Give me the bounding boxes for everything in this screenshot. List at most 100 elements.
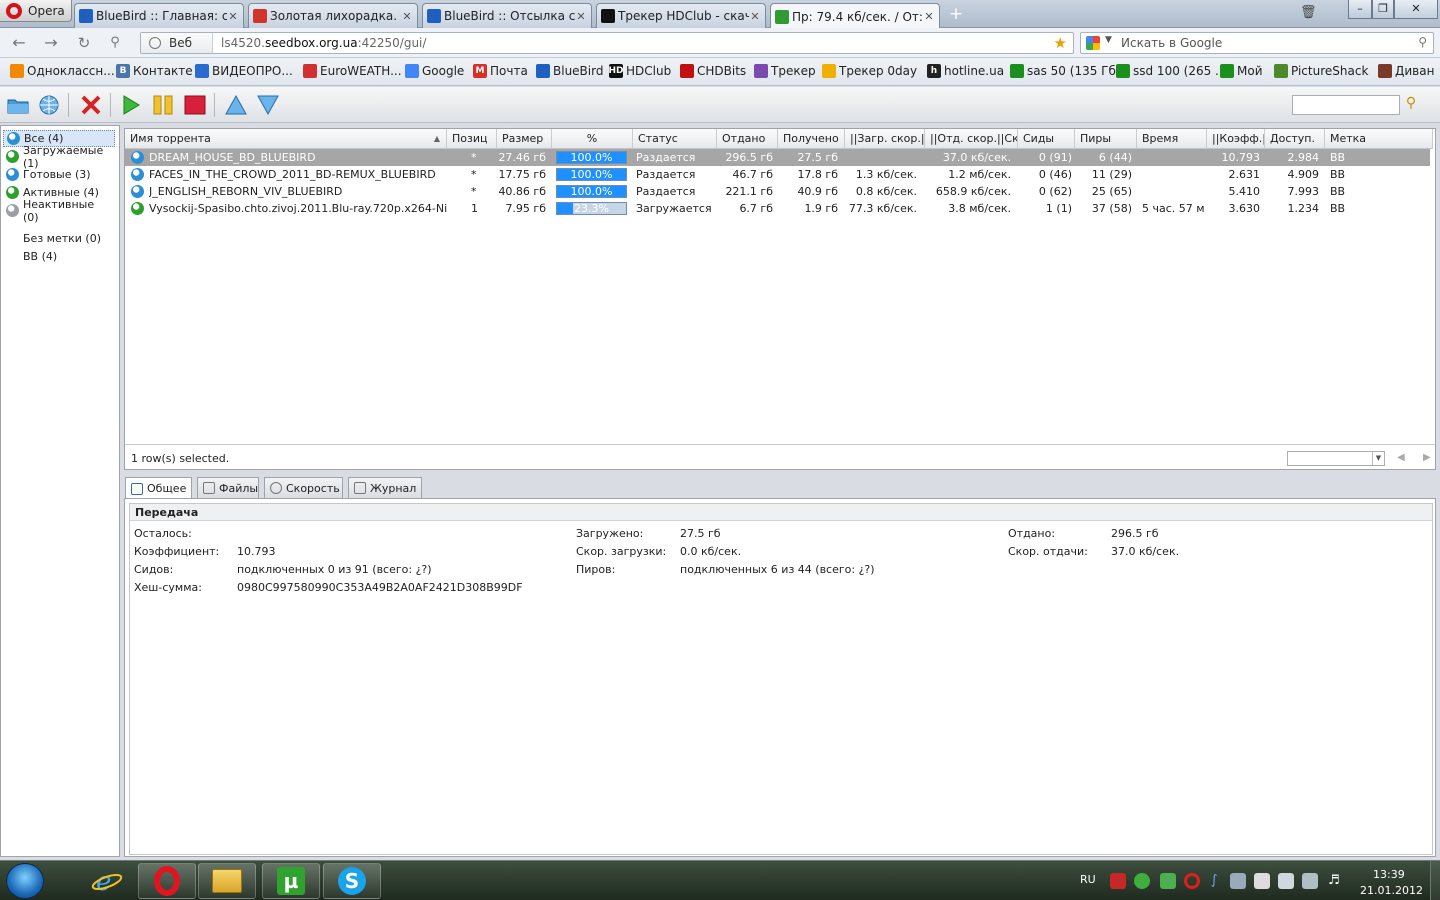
search-icon[interactable]: ⚲ [1400,95,1422,115]
column-header[interactable]: Статус [633,129,717,149]
audio-tray-icon[interactable] [1230,873,1246,889]
browser-tab[interactable]: BlueBird :: Главная: ск...✕ [74,3,244,28]
ie-taskbar-icon[interactable]: e [78,863,136,899]
bookmark-item[interactable]: sas 50 (135 Гб) [1010,64,1121,78]
category-item[interactable]: Загружаемые (1) [3,144,115,170]
opera-menu-button[interactable]: Opera [0,0,72,22]
antivirus-tray-icon[interactable] [1110,873,1126,889]
column-header[interactable]: Позиц [447,129,497,149]
maximize-button[interactable]: ❐ [1372,0,1394,19]
page-select[interactable]: ▼ [1287,451,1385,466]
bookmark-item[interactable]: BlueBird [536,64,603,78]
bookmark-item[interactable]: Диван [1378,64,1434,78]
torrent-row[interactable]: FACES_IN_THE_CROWD_2011_BD-REMUX_BLUEBIR… [125,166,1430,183]
column-header[interactable]: Время [1137,129,1207,149]
back-arrow-icon[interactable]: ← [8,33,30,53]
detail-tab[interactable]: Общее [125,477,192,499]
column-header[interactable]: ||Загр. скор.|| [845,129,925,149]
reload-icon[interactable]: ↻ [73,33,95,53]
torrent-row[interactable]: DREAM_HOUSE_BD_BLUEBIRD * 27.46 гб 100.0% Ра… [125,149,1430,166]
close-tab-icon[interactable]: ✕ [401,10,413,23]
bookmark-item[interactable]: HD HDClub [609,64,671,78]
detail-tab[interactable]: Файлы [197,477,259,498]
next-page-icon[interactable]: ▶ [1423,452,1431,463]
search-icon[interactable]: ⚲ [1418,35,1427,49]
update-tray-icon[interactable] [1134,873,1150,889]
browser-tab[interactable]: Трекер HDClub - скач... ✕ [596,3,766,28]
start-button[interactable] [6,863,44,899]
column-header[interactable]: Размер [497,129,552,149]
remove-x-icon[interactable] [79,94,103,116]
column-header[interactable]: Метка [1325,129,1433,149]
language-indicator[interactable]: RU [1080,873,1096,886]
forward-arrow-icon[interactable]: → [40,33,62,53]
bookmark-item[interactable]: Google [405,64,464,78]
browser-tab[interactable]: Золотая лихорадка. А...✕ [248,3,418,28]
column-header[interactable]: Пиры [1075,129,1137,149]
category-item[interactable]: Неактивные (0) [3,198,115,224]
stop-icon[interactable] [183,94,207,116]
move-up-triangle-icon[interactable] [224,94,248,116]
trash-icon[interactable]: 🗑 [1300,5,1318,21]
pause-icon[interactable] [151,94,175,116]
bookmark-item[interactable]: PictureShack [1274,64,1368,78]
close-tab-icon[interactable]: ✕ [227,10,239,23]
category-item[interactable]: Готовые (3) [3,166,115,183]
volume-icon[interactable]: ♬ [1326,873,1342,889]
bookmark-star-icon[interactable]: ★ [1054,34,1067,52]
column-header[interactable]: Получено [778,129,845,149]
bookmark-item[interactable]: h hotline.ua [927,64,1004,78]
close-tab-icon[interactable]: ✕ [923,10,935,23]
clock-date[interactable]: 21.01.2012 [1360,884,1423,897]
utorrent-taskbar-icon[interactable]: µ [262,863,320,899]
browser-tab[interactable]: BlueBird :: Отсылка со...✕ [422,3,592,28]
torrent-search-input[interactable] [1292,95,1400,115]
torrent-row[interactable]: Vysockij-Spasibo.chto.zivoj.2011.Blu-ray… [125,200,1430,217]
move-down-triangle-icon[interactable] [256,94,280,116]
skype-taskbar-icon[interactable]: S [323,863,381,899]
url-field[interactable]: Веб ls4520.seedbox.org.ua:42250/gui/ ★ [140,32,1074,54]
column-header[interactable]: Сиды [1018,129,1075,149]
column-header[interactable]: ||Коэфф.|| [1207,129,1265,149]
search-field[interactable]: ▼ Искать в Google ⚲ [1080,32,1434,54]
bookmark-item[interactable]: ВИДЕОПРО... [195,64,293,78]
network-icon[interactable] [1302,873,1318,889]
close-tab-icon[interactable]: ✕ [749,10,761,23]
torrent-row[interactable]: J_ENGLISH_REBORN_VIV_BLUEBIRD * 40.86 гб 10… [125,183,1430,200]
add-url-globe-icon[interactable] [37,94,61,116]
browser-tab[interactable]: Пр: 79.4 кб/сек. / От: 5...✕ [770,3,940,29]
bookmark-item[interactable]: M Почта [473,64,528,78]
bookmark-item[interactable]: Одноклассн... [10,64,115,78]
add-torrent-folder-icon[interactable] [6,94,30,116]
google-icon[interactable] [1086,36,1100,50]
detail-tab[interactable]: Скорость [264,477,343,498]
chevron-down-icon[interactable]: ▼ [1372,452,1384,465]
bookmark-item[interactable]: В Контакте [116,64,193,78]
column-header[interactable]: Отдано [717,129,778,149]
label-filter-item[interactable]: Без метки (0) [23,232,101,245]
network-check-tray-icon[interactable] [1160,873,1176,889]
bookmark-item[interactable]: EuroWEATH... [303,64,402,78]
column-header[interactable]: % [552,129,633,149]
opera-tray-icon[interactable] [1184,873,1200,889]
bookmark-item[interactable]: Мой [1220,64,1263,78]
close-window-button[interactable]: ✕ [1394,0,1438,19]
detail-tab[interactable]: Журнал [348,477,422,498]
minimize-button[interactable]: – [1348,0,1372,19]
column-header[interactable]: ||Отд. скор.||Скс [925,129,1018,149]
prev-page-icon[interactable]: ◀ [1397,452,1405,463]
close-tab-icon[interactable]: ✕ [575,10,587,23]
column-header[interactable]: Имя торрента ▲ [125,129,447,149]
explorer-taskbar-icon[interactable] [198,863,256,899]
web-badge[interactable]: Веб [141,33,213,53]
chevron-down-icon[interactable]: ▼ [1105,35,1112,45]
bookmark-item[interactable]: ssd 100 (265 ... [1116,64,1227,78]
new-tab-button[interactable]: + [946,5,966,23]
start-play-icon[interactable] [119,94,143,116]
key-icon[interactable]: ⚲ [104,33,126,53]
clock-time[interactable]: 13:39 [1373,868,1405,881]
bookmark-item[interactable]: Трекер 0day [822,64,917,78]
label-filter-item[interactable]: BB (4) [23,250,57,263]
bookmark-item[interactable]: Трекер [754,64,816,78]
show-desktop-button[interactable] [1430,861,1440,900]
